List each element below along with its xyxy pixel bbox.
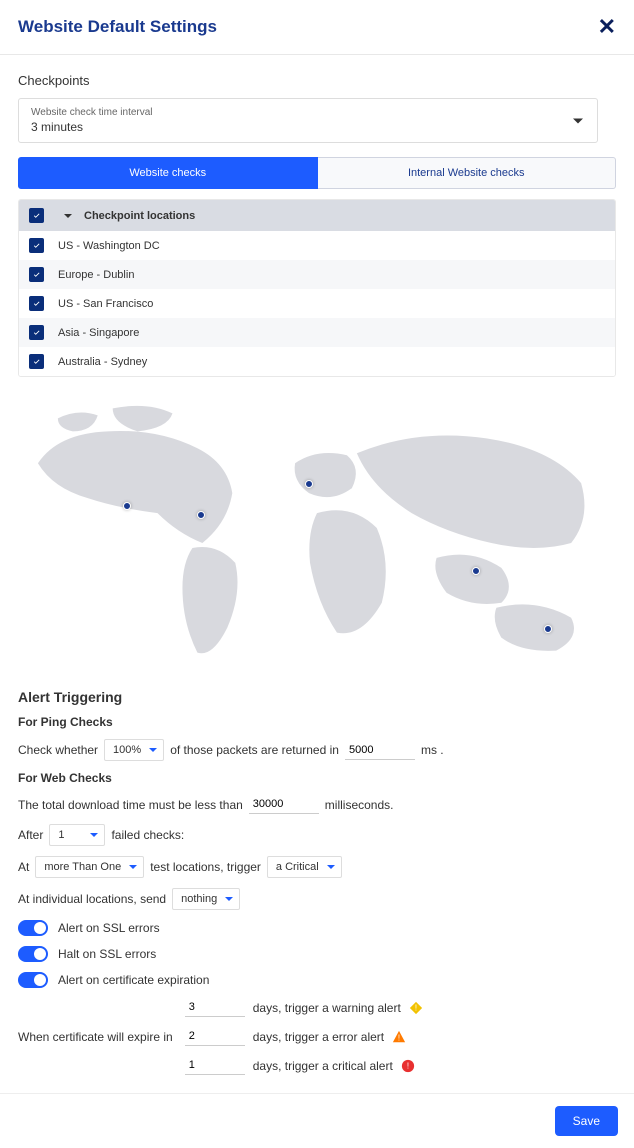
cert-pre-text: When certificate will expire in xyxy=(18,1030,173,1044)
location-name: Europe - Dublin xyxy=(58,269,134,281)
table-row: Europe - Dublin xyxy=(19,260,615,289)
cert-warning-days-input[interactable] xyxy=(185,998,245,1017)
location-name: US - Washington DC xyxy=(58,240,160,252)
at-mid-text: test locations, trigger xyxy=(150,860,261,874)
error-icon: ! xyxy=(392,1030,406,1044)
cert-critical-text: days, trigger a critical alert xyxy=(253,1059,393,1073)
critical-icon: ! xyxy=(401,1059,415,1073)
location-name: Australia - Sydney xyxy=(58,356,147,368)
tab-website-checks[interactable]: Website checks xyxy=(18,157,318,189)
alert-ssl-label: Alert on SSL errors xyxy=(58,921,160,935)
select-all-checkbox[interactable] xyxy=(29,208,44,223)
ping-percent-value: 100% xyxy=(113,744,141,756)
locations-count-value: more Than One xyxy=(44,861,121,873)
ping-suffix-text: ms . xyxy=(421,743,444,757)
chevron-down-icon xyxy=(129,865,137,869)
cert-error-text: days, trigger a error alert xyxy=(253,1030,384,1044)
after-suffix-text: failed checks: xyxy=(111,828,184,842)
map-dot-san-francisco xyxy=(123,502,131,510)
check-interval-dropdown[interactable]: Website check time interval 3 minutes xyxy=(18,98,598,143)
world-map xyxy=(18,393,616,673)
web-checks-heading: For Web Checks xyxy=(18,771,616,785)
locations-count-select[interactable]: more Than One xyxy=(35,856,144,878)
ping-pre-text: Check whether xyxy=(18,743,98,757)
trigger-severity-select[interactable]: a Critical xyxy=(267,856,342,878)
halt-ssl-toggle[interactable] xyxy=(18,946,48,962)
chevron-down-icon xyxy=(573,118,583,123)
warning-icon: ! xyxy=(409,1001,423,1015)
map-dot-dublin xyxy=(305,480,313,488)
individual-send-value: nothing xyxy=(181,893,217,905)
failed-checks-select[interactable]: 1 xyxy=(49,824,105,846)
chevron-down-icon xyxy=(327,865,335,869)
close-button[interactable]: ✕ xyxy=(598,14,616,40)
ping-checks-heading: For Ping Checks xyxy=(18,715,616,729)
row-checkbox[interactable] xyxy=(29,354,44,369)
check-interval-value: 3 minutes xyxy=(31,120,585,134)
chevron-down-icon xyxy=(225,897,233,901)
check-interval-label: Website check time interval xyxy=(31,107,585,118)
checkpoint-table: Checkpoint locations US - Washington DC … xyxy=(18,199,616,377)
location-name: US - San Francisco xyxy=(58,298,153,310)
row-checkbox[interactable] xyxy=(29,325,44,340)
download-suffix-text: milliseconds. xyxy=(325,798,394,812)
column-header-locations: Checkpoint locations xyxy=(84,210,195,222)
tab-internal-website-checks[interactable]: Internal Website checks xyxy=(318,157,617,189)
download-pre-text: The total download time must be less tha… xyxy=(18,798,243,812)
cert-expiration-label: Alert on certificate expiration xyxy=(58,973,209,987)
row-checkbox[interactable] xyxy=(29,267,44,282)
individual-send-select[interactable]: nothing xyxy=(172,888,240,910)
at-pre-text: At xyxy=(18,860,29,874)
alert-ssl-toggle[interactable] xyxy=(18,920,48,936)
row-checkbox[interactable] xyxy=(29,296,44,311)
after-pre-text: After xyxy=(18,828,43,842)
ping-mid-text: of those packets are returned in xyxy=(170,743,339,757)
cert-error-days-input[interactable] xyxy=(185,1027,245,1046)
trigger-severity-value: a Critical xyxy=(276,861,319,873)
svg-text:!: ! xyxy=(407,1061,409,1070)
table-row: Asia - Singapore xyxy=(19,318,615,347)
table-row: Australia - Sydney xyxy=(19,347,615,376)
chevron-down-icon[interactable] xyxy=(64,214,72,218)
row-checkbox[interactable] xyxy=(29,238,44,253)
halt-ssl-label: Halt on SSL errors xyxy=(58,947,156,961)
chevron-down-icon xyxy=(90,833,98,837)
table-row: US - Washington DC xyxy=(19,231,615,260)
map-dot-washington-dc xyxy=(197,511,205,519)
chevron-down-icon xyxy=(149,748,157,752)
ping-ms-input[interactable] xyxy=(345,741,415,760)
location-name: Asia - Singapore xyxy=(58,327,139,339)
page-title: Website Default Settings xyxy=(18,17,217,37)
save-button[interactable]: Save xyxy=(555,1106,618,1136)
download-ms-input[interactable] xyxy=(249,795,319,814)
individual-pre-text: At individual locations, send xyxy=(18,892,166,906)
svg-text:!: ! xyxy=(415,1003,417,1012)
cert-critical-days-input[interactable] xyxy=(185,1056,245,1075)
world-map-svg xyxy=(18,393,616,673)
ping-percent-select[interactable]: 100% xyxy=(104,739,164,761)
alert-triggering-heading: Alert Triggering xyxy=(18,689,616,705)
table-row: US - San Francisco xyxy=(19,289,615,318)
checkpoints-heading: Checkpoints xyxy=(18,73,616,88)
failed-checks-value: 1 xyxy=(58,829,64,841)
cert-expiration-toggle[interactable] xyxy=(18,972,48,988)
cert-warning-text: days, trigger a warning alert xyxy=(253,1001,401,1015)
svg-text:!: ! xyxy=(398,1033,400,1042)
